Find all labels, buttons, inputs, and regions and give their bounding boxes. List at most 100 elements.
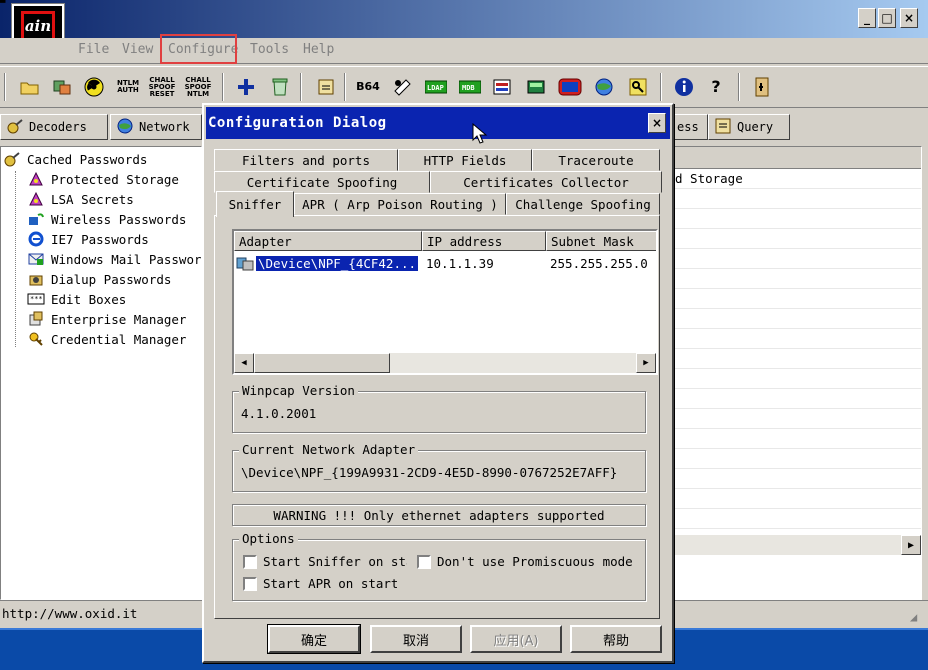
tree-item-edit-boxes[interactable]: *** Edit Boxes: [27, 289, 126, 309]
calculator-icon[interactable]: [524, 75, 548, 99]
close-button[interactable]: ×: [900, 8, 918, 28]
adapter-list[interactable]: Adapter IP address Subnet Mask \Device\N…: [232, 229, 658, 375]
tree-item-cached-passwords[interactable]: Cached Passwords: [3, 149, 147, 169]
ntlm-auth-icon[interactable]: NTLM AUTH: [114, 75, 142, 99]
decoders-icon: [7, 118, 23, 137]
tab-traceroute[interactable]: Traceroute: [532, 149, 660, 171]
scroll-right-icon[interactable]: ▶: [901, 535, 921, 555]
list-item: [673, 489, 921, 509]
exit-door-icon[interactable]: [750, 75, 774, 99]
enterprise-manager-icon: [27, 311, 45, 327]
info-icon[interactable]: [672, 75, 696, 99]
chall-spoof-reset-icon[interactable]: CHALL SPOOF RESET: [148, 75, 176, 99]
help-button[interactable]: 帮助: [570, 625, 662, 653]
recycle-bin-icon[interactable]: [268, 75, 292, 99]
maximize-button[interactable]: □: [878, 8, 896, 28]
scroll-left-icon[interactable]: ◀: [234, 353, 254, 373]
globe-icon[interactable]: [592, 75, 616, 99]
checkbox-box[interactable]: [243, 554, 257, 569]
resize-grip-icon[interactable]: ◢: [910, 610, 924, 624]
pwl-icon[interactable]: [490, 75, 514, 99]
lookup-icon[interactable]: [314, 75, 338, 99]
windows-mail-icon: [27, 251, 45, 267]
dialog-title-bar[interactable]: Configuration Dialog ×: [206, 107, 670, 144]
decoders-tree: Cached Passwords Protected Storage LSA S…: [0, 146, 202, 600]
list-item: [673, 289, 921, 309]
tree-item-ie7-passwords[interactable]: IE7 Passwords: [27, 229, 149, 249]
toolbar-separator: [660, 73, 662, 101]
tree-item-dialup-passwords[interactable]: Dialup Passwords: [27, 269, 171, 289]
mdb-icon[interactable]: MDB: [458, 75, 482, 99]
edit-box-icon: ***: [27, 291, 45, 307]
note-tool-icon[interactable]: [390, 75, 414, 99]
tab-http-fields[interactable]: HTTP Fields: [398, 149, 532, 171]
toolbar-separator: [738, 73, 740, 101]
lsa-secrets-icon: [27, 191, 45, 207]
column-header-ip-address[interactable]: IP address: [422, 231, 546, 251]
list-item: [673, 189, 921, 209]
checkbox-box[interactable]: [243, 576, 257, 591]
tab-wireless[interactable]: ess: [672, 114, 708, 140]
toolbar-separator: [344, 73, 346, 101]
menu-help[interactable]: Help: [303, 42, 334, 57]
network-adapter-icon[interactable]: [50, 75, 74, 99]
horizontal-scrollbar[interactable]: ▶: [673, 535, 921, 555]
cancel-button[interactable]: 取消: [370, 625, 462, 653]
tree-item-label: Dialup Passwords: [51, 271, 172, 287]
list-item[interactable]: d Storage: [673, 169, 921, 189]
tree-item-wireless-passwords[interactable]: Wireless Passwords: [27, 209, 186, 229]
list-item: [673, 329, 921, 349]
tab-certificate-spoofing[interactable]: Certificate Spoofing: [214, 171, 430, 193]
tab-filters-and-ports[interactable]: Filters and ports: [214, 149, 398, 171]
tab-challenge-spoofing[interactable]: Challenge Spoofing: [506, 193, 660, 215]
column-header-subnet-mask[interactable]: Subnet Mask: [546, 231, 656, 251]
base64-icon[interactable]: B64: [356, 75, 380, 99]
table-row[interactable]: \Device\NPF_{4CF42...: [236, 253, 422, 273]
column-header-adapter[interactable]: Adapter: [234, 231, 422, 251]
warning-text: WARNING !!! Only ethernet adapters suppo…: [273, 507, 605, 523]
tab-decoders[interactable]: Decoders: [0, 114, 108, 140]
start-apr-checkbox[interactable]: Start APR on startup: [243, 576, 397, 591]
start-sniffer-checkbox[interactable]: Start Sniffer on startup: [243, 554, 407, 569]
tree-item-windows-mail[interactable]: Windows Mail Passwor: [27, 249, 201, 269]
scroll-right-icon[interactable]: ▶: [636, 353, 656, 373]
tab-query[interactable]: Query: [708, 114, 790, 140]
menu-tools[interactable]: Tools: [250, 42, 289, 57]
ok-button[interactable]: 确定: [267, 624, 361, 654]
credential-key-icon: [27, 331, 45, 347]
menu-file[interactable]: File: [78, 42, 109, 57]
ldap-icon[interactable]: LDAP: [424, 75, 448, 99]
cached-passwords-icon: [3, 151, 21, 167]
minimize-button[interactable]: _: [858, 8, 876, 28]
tab-network[interactable]: Network: [110, 114, 202, 140]
help-question-icon[interactable]: ?: [704, 75, 728, 99]
list-item: [673, 389, 921, 409]
results-list[interactable]: d Storage ▶: [672, 146, 922, 600]
system-menu-icon[interactable]: ▀: [0, 0, 5, 9]
apply-button[interactable]: 应用(A): [470, 625, 562, 653]
monitor-icon[interactable]: [558, 75, 582, 99]
options-group: Options Start Sniffer on startup Don't u…: [232, 531, 646, 601]
chall-spoof-ntlm-icon[interactable]: CHALL SPOOF NTLM: [184, 75, 212, 99]
tab-apr[interactable]: APR ( Arp Poison Routing ): [294, 193, 506, 215]
tree-item-protected-storage[interactable]: Protected Storage: [27, 169, 179, 189]
current-adapter-group: Current Network Adapter \Device\NPF_{199…: [232, 442, 646, 492]
tree-item-label: Protected Storage: [51, 171, 179, 187]
key-icon[interactable]: [626, 75, 650, 99]
radioactive-icon[interactable]: [82, 75, 106, 99]
dialog-close-button[interactable]: ×: [648, 113, 666, 133]
open-folder-icon[interactable]: [18, 75, 42, 99]
dont-use-promiscuous-checkbox[interactable]: Don't use Promiscuous mode: [417, 554, 639, 569]
configuration-dialog: Configuration Dialog × Filters and ports…: [202, 103, 674, 663]
tree-item-lsa-secrets[interactable]: LSA Secrets: [27, 189, 134, 209]
menu-view[interactable]: View: [122, 42, 153, 57]
tab-sniffer[interactable]: Sniffer: [216, 191, 294, 217]
scrollbar-thumb[interactable]: [254, 353, 390, 373]
checkbox-box[interactable]: [417, 554, 431, 569]
tab-certificates-collector[interactable]: Certificates Collector: [430, 171, 662, 193]
subnet-mask-cell: 255.255.255.0: [550, 255, 648, 271]
adapter-list-scrollbar[interactable]: ◀ ▶: [234, 353, 656, 373]
tree-item-enterprise-manager[interactable]: Enterprise Manager: [27, 309, 186, 329]
add-plus-icon[interactable]: [234, 75, 258, 99]
tree-item-credential-manager[interactable]: Credential Manager: [27, 329, 186, 349]
